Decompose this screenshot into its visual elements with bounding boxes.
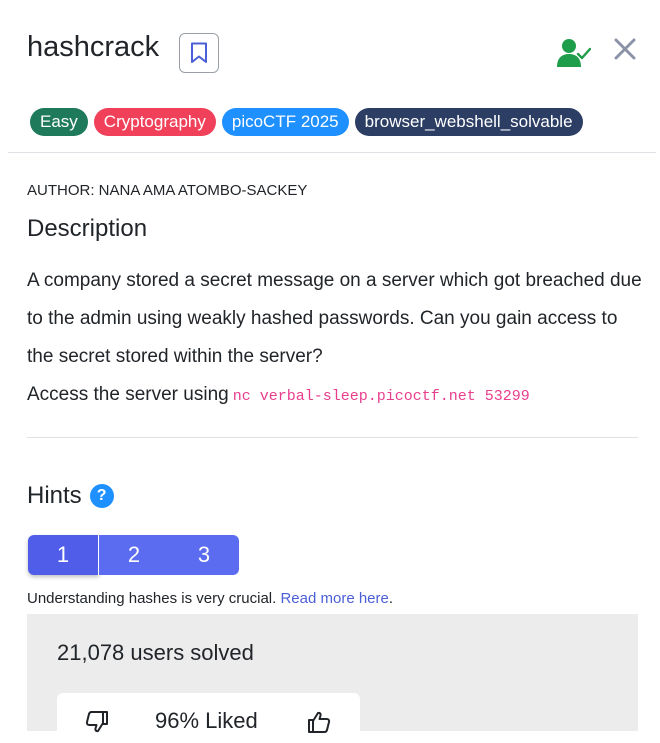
hint-tab-2[interactable]: 2 [99,535,169,575]
tag-event: picoCTF 2025 [221,108,349,136]
stats-panel: 21,078 users solved 96% Liked [27,614,638,743]
access-command: nc verbal-sleep.picoctf.net 53299 [232,388,530,405]
tag-difficulty: Easy [30,108,88,136]
hint-tab-3[interactable]: 3 [169,535,239,575]
question-circle-icon[interactable]: ? [89,484,114,508]
access-line: Access the server using nc verbal-sleep.p… [27,376,647,416]
tag-category: Cryptography [93,108,216,136]
description-text: A company stored a secret message on a s… [27,270,642,367]
access-prefix: Access the server using [27,384,229,405]
hint-trailing: . [388,590,394,607]
content-divider [27,437,638,438]
tag-list: Easy Cryptography picoCTF 2025 browser_w… [30,108,583,136]
bookmark-button[interactable] [179,33,219,73]
header-divider [8,152,656,153]
user-check-icon [557,39,591,67]
rating-card: 96% Liked [57,693,360,743]
tag-webshell: browser_webshell_solvable [354,108,583,136]
description-body: A company stored a secret message on a s… [27,262,647,416]
hint-tabs: 1 2 3 [28,535,239,575]
liked-percentage: 96% Liked [155,708,258,733]
hints-heading: Hints ? [27,482,114,510]
hint-content: Understanding hashes is very crucial. Re… [27,590,393,607]
thumbs-down-icon[interactable] [85,710,109,734]
read-more-link[interactable]: Read more here [280,590,388,607]
hint-tab-1[interactable]: 1 [28,535,99,575]
close-icon[interactable] [613,37,637,61]
thumbs-up-icon[interactable] [307,710,331,734]
solved-count: 21,078 users solved [57,640,254,665]
challenge-title: hashcrack [27,31,160,63]
hints-title: Hints [27,482,82,509]
description-heading: Description [27,215,148,242]
author-line: AUTHOR: NANA AMA ATOMBO-SACKEY [27,182,308,199]
bookmark-icon [191,42,207,63]
hint-text: Understanding hashes is very crucial. [27,590,277,607]
